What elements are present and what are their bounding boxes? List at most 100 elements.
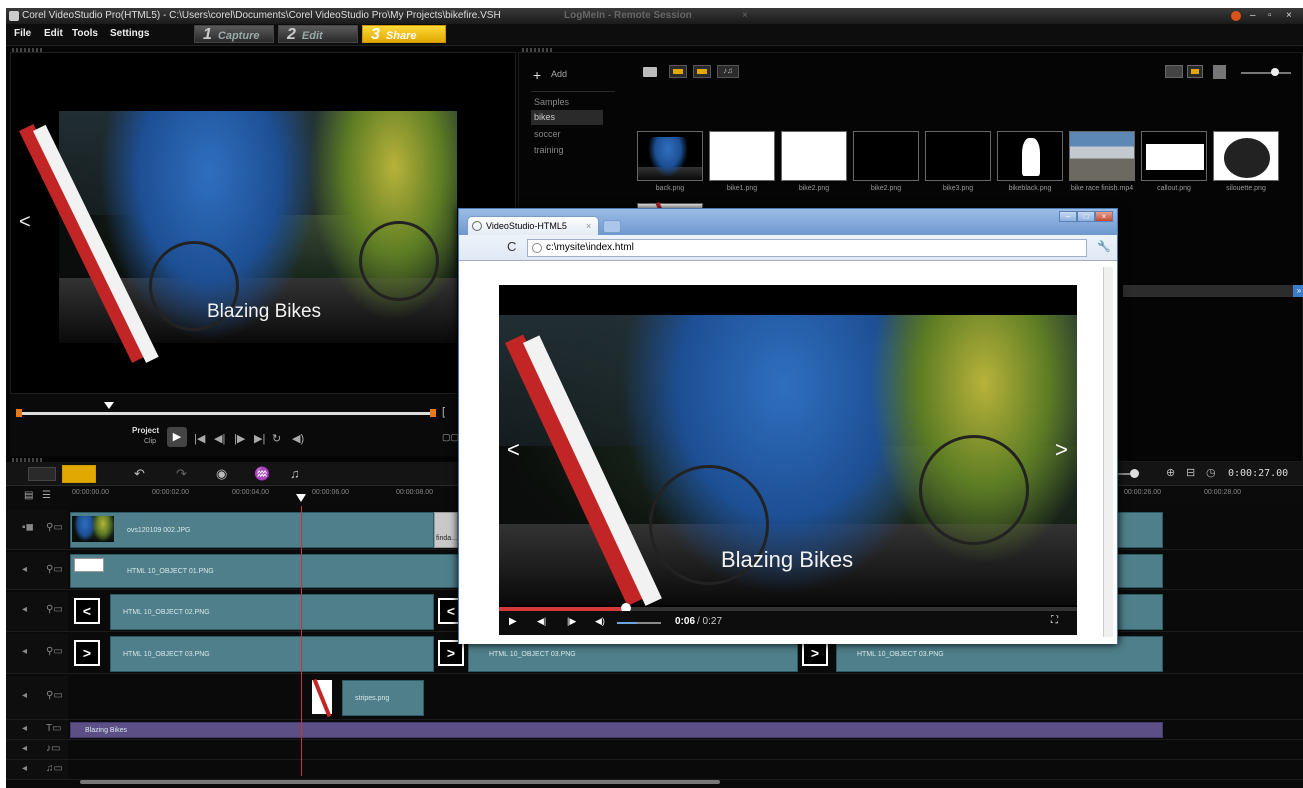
new-tab-button[interactable] <box>603 220 621 233</box>
project-duration[interactable]: 0:00:27.00 <box>1228 468 1288 479</box>
list-view-icon[interactable] <box>1165 65 1183 78</box>
video-filter-icon[interactable] <box>669 65 687 78</box>
playhead-marker[interactable] <box>104 402 114 409</box>
track-visibility-icon[interactable]: ◂ <box>22 690 27 701</box>
thumb-bike1[interactable] <box>709 131 775 181</box>
step-capture[interactable]: 1 Capture <box>194 25 274 43</box>
video-fullscreen-icon[interactable]: ⛶ <box>1051 615 1058 626</box>
browser-tab[interactable]: VideoStudio-HTML5 × <box>467 216 599 235</box>
video-clip[interactable]: ovs120109 002.JPG <box>70 512 434 548</box>
restore-icon[interactable]: ▫ <box>1268 8 1272 24</box>
photo-filter-icon[interactable] <box>693 65 711 78</box>
thumb-bike2[interactable] <box>781 131 847 181</box>
thumb-bike2-dark[interactable] <box>853 131 919 181</box>
video-next-arrow[interactable]: > <box>1055 437 1068 463</box>
folder-training[interactable]: training <box>531 143 603 158</box>
add-folder-label[interactable]: Add <box>551 69 567 79</box>
next-video-clip[interactable]: finda... <box>434 512 458 548</box>
video-volume-slider[interactable] <box>617 622 661 624</box>
stripes-clip[interactable]: stripes.png <box>342 680 424 716</box>
video-volume-icon[interactable]: ◀) <box>595 616 605 627</box>
thumb-size-slider[interactable] <box>1241 72 1291 74</box>
undo-icon[interactable]: ↶ <box>134 466 145 482</box>
video-prev-arrow[interactable]: < <box>507 437 520 463</box>
menu-file[interactable]: File <box>14 28 31 39</box>
menu-settings[interactable]: Settings <box>110 28 149 39</box>
folder-bikes[interactable]: bikes <box>531 110 603 125</box>
thumbnail-view-icon[interactable] <box>1187 65 1203 78</box>
menu-edit[interactable]: Edit <box>44 28 63 39</box>
trim-start-handle[interactable] <box>16 409 22 417</box>
reload-icon[interactable]: C <box>507 239 516 254</box>
preview-prev-arrow[interactable]: < <box>19 211 31 234</box>
trim-end-handle[interactable] <box>430 409 436 417</box>
project-mode-label[interactable]: Project <box>132 426 159 435</box>
close-session-icon[interactable]: × <box>742 8 748 24</box>
title-clip[interactable]: Blazing Bikes <box>70 722 1163 738</box>
storyboard-view-icon[interactable] <box>28 467 56 481</box>
add-icon[interactable]: + <box>533 67 541 83</box>
track-visibility-icon[interactable]: ◂ <box>22 743 27 754</box>
overlay-clip[interactable]: HTML 10_OBJECT 02.PNG <box>110 594 434 630</box>
record-icon[interactable]: ◉ <box>216 466 227 482</box>
fit-project-icon[interactable]: ⊟ <box>1186 466 1195 479</box>
audio-filter-icon[interactable]: ♪♫ <box>717 65 739 78</box>
mark-in-icon[interactable]: [ <box>442 406 445 418</box>
wrench-icon[interactable]: 🔧 <box>1097 240 1111 253</box>
thumb-callout[interactable] <box>1141 131 1207 181</box>
thumb-bikeblack[interactable] <box>997 131 1063 181</box>
track-visibility-icon[interactable]: ◂ <box>22 723 27 734</box>
video-rewind-icon[interactable]: ◀| <box>537 616 546 627</box>
folder-samples[interactable]: Samples <box>531 95 603 110</box>
show-all-tracks-icon[interactable]: ▤ <box>24 490 33 501</box>
browser-maximize-icon[interactable]: □ <box>1077 211 1095 222</box>
track-visibility-icon[interactable]: ◂ <box>22 564 27 575</box>
auto-music-icon[interactable]: ♫ <box>290 466 300 481</box>
scrubber-track[interactable] <box>22 412 434 415</box>
minimize-icon[interactable]: – <box>1250 8 1256 24</box>
tab-close-icon[interactable]: × <box>586 217 591 235</box>
timeline-view-icon[interactable] <box>62 465 96 483</box>
browser-scrollbar[interactable] <box>1103 267 1113 637</box>
track-visibility-icon[interactable]: ◂ <box>22 604 27 615</box>
video-forward-icon[interactable]: |▶ <box>567 616 576 627</box>
thumb-size-handle[interactable] <box>1271 68 1279 76</box>
help-icon[interactable] <box>1231 11 1241 21</box>
thumb-back[interactable] <box>637 131 703 181</box>
close-icon[interactable]: × <box>1286 8 1292 24</box>
timeline-playhead-line[interactable] <box>301 506 302 776</box>
browser-close-icon[interactable]: × <box>1095 211 1113 222</box>
play-icon[interactable]: ▶ <box>167 427 187 447</box>
zoom-in-icon[interactable]: ⊕ <box>1166 466 1175 479</box>
browser-minimize-icon[interactable]: – <box>1059 211 1077 222</box>
timeline-playhead-marker[interactable] <box>296 494 306 502</box>
menu-tools[interactable]: Tools <box>72 28 98 39</box>
track-visibility-icon[interactable]: ▪◼ <box>22 522 34 533</box>
options-toggle-icon[interactable]: » <box>1293 285 1303 297</box>
folder-icon[interactable] <box>643 67 657 77</box>
skip-start-icon[interactable]: |◀ <box>194 432 205 445</box>
thumb-bike-race-finish[interactable] <box>1069 131 1135 181</box>
next-frame-icon[interactable]: |▶ <box>234 432 245 445</box>
skip-end-icon[interactable]: ▶| <box>254 432 265 445</box>
repeat-icon[interactable]: ↻ <box>272 432 281 445</box>
timeline-scrollbar[interactable] <box>80 780 720 784</box>
step-share[interactable]: 3 Share <box>362 25 446 43</box>
clip-mode-label[interactable]: Clip <box>144 438 156 445</box>
step-edit[interactable]: 2 Edit <box>278 25 358 43</box>
url-field[interactable]: c:\mysite\index.html <box>527 239 1087 257</box>
overlay-clip[interactable]: HTML 10_OBJECT 03.PNG <box>110 636 434 672</box>
track-manager-icon[interactable]: ☰ <box>42 490 51 501</box>
volume-icon[interactable]: ◀) <box>292 432 304 445</box>
folder-soccer[interactable]: soccer <box>531 127 603 142</box>
prev-frame-icon[interactable]: ◀| <box>214 432 225 445</box>
sound-mixer-icon[interactable]: ♒ <box>254 466 270 482</box>
video-play-icon[interactable]: ▶ <box>509 616 517 627</box>
thumb-bike3[interactable] <box>925 131 991 181</box>
overlay-clip-end[interactable] <box>1116 594 1163 630</box>
enlarge-icon[interactable]: ▢▢ <box>442 432 459 443</box>
zoom-handle[interactable] <box>1130 469 1139 478</box>
thumb-silouette[interactable] <box>1213 131 1279 181</box>
video-clip-end[interactable] <box>1116 512 1163 548</box>
sort-icon[interactable] <box>1213 65 1226 79</box>
